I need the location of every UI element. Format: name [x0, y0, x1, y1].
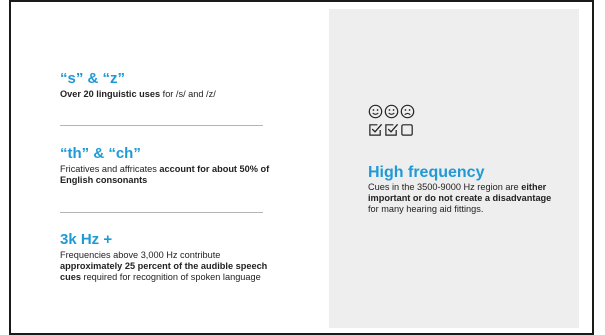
- smiley-happy-icon: [384, 104, 399, 120]
- section-3k-hz-pre: Frequencies above 3,000 Hz contribute: [60, 250, 221, 260]
- icon-group: [368, 104, 428, 140]
- checkbox-row: [368, 122, 428, 138]
- section-th-ch: “th” & “ch” Fricatives and affricates ac…: [60, 146, 270, 186]
- section-3k-hz-heading: 3k Hz +: [60, 231, 113, 248]
- section-s-z-heading: “s” & “z”: [60, 70, 126, 87]
- slide-border-top: [9, 0, 594, 2]
- section-3k-hz-post: required for recognition of spoken langu…: [80, 272, 261, 282]
- panel-text-pre: Cues in the 3500-9000 Hz region are: [368, 182, 522, 192]
- slide-border-right: [592, 0, 594, 335]
- divider: [60, 125, 263, 126]
- section-th-ch-heading: “th” & “ch”: [60, 145, 141, 162]
- section-s-z: “s” & “z” Over 20 linguistic uses for /s…: [60, 71, 270, 100]
- section-th-ch-pre: Fricatives and affricates: [60, 164, 160, 174]
- section-3k-hz: 3k Hz + Frequencies above 3,000 Hz contr…: [60, 232, 270, 283]
- checkbox-checked-icon: [368, 122, 383, 138]
- section-s-z-rest: for /s/ and /z/: [160, 89, 216, 99]
- section-th-ch-text: Fricatives and affricates account for ab…: [60, 164, 270, 186]
- panel-text-post: for many hearing aid fittings.: [368, 204, 484, 214]
- checkbox-checked-icon: [384, 122, 399, 138]
- high-frequency-panel: High frequency Cues in the 3500-9000 Hz …: [329, 9, 579, 328]
- panel-text: Cues in the 3500-9000 Hz region are eith…: [368, 182, 553, 215]
- smiley-sad-icon: [400, 104, 415, 120]
- divider: [60, 212, 263, 213]
- smiley-row: [368, 104, 428, 120]
- checkbox-empty-icon: [400, 122, 415, 138]
- section-3k-hz-text: Frequencies above 3,000 Hz contribute ap…: [60, 250, 270, 283]
- smiley-happy-icon: [368, 104, 383, 120]
- slide-border-left: [9, 0, 11, 335]
- slide: “s” & “z” Over 20 linguistic uses for /s…: [0, 0, 605, 335]
- section-s-z-bold: Over 20 linguistic uses: [60, 89, 161, 99]
- panel-heading: High frequency: [368, 164, 485, 181]
- section-s-z-text: Over 20 linguistic uses for /s/ and /z/: [60, 89, 270, 100]
